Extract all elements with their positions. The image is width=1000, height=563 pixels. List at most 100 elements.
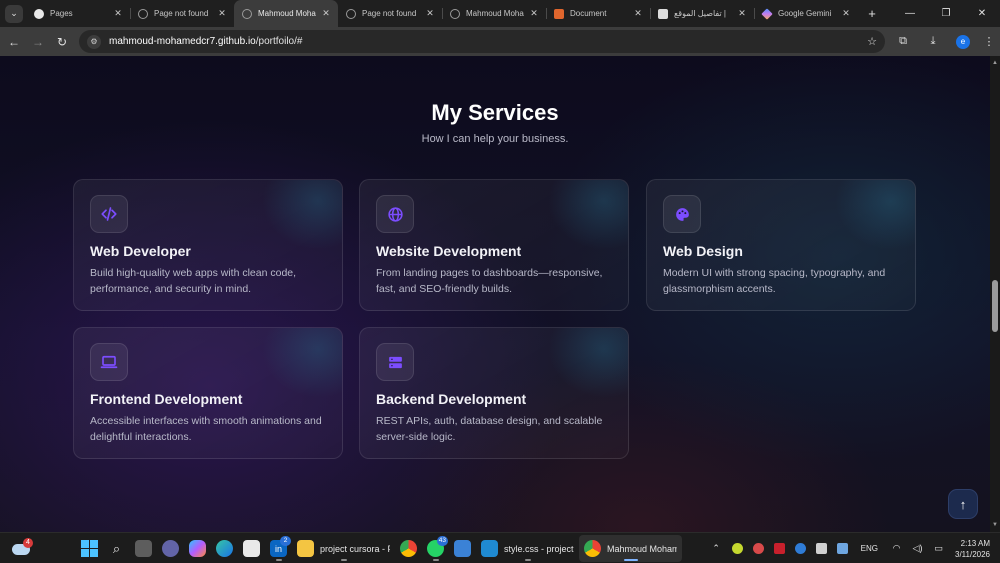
menu-kebab-icon[interactable]: ⋮ xyxy=(978,35,1000,48)
file-explorer-button[interactable]: project cursora - File xyxy=(292,535,395,562)
volume-icon[interactable]: ◁) xyxy=(907,543,928,554)
globe-icon xyxy=(138,8,148,19)
tab-search-chevron-icon[interactable]: ⌄ xyxy=(5,4,23,23)
taskbar-app-label: project cursora - File xyxy=(320,543,390,554)
tab-google-gemini[interactable]: Google Gemini ✕ xyxy=(754,0,858,27)
close-window-icon[interactable]: ✕ xyxy=(964,0,1000,27)
url-text: mahmoud-mohamedcr7.github.io/portfoilo/# xyxy=(109,36,302,47)
whatsapp-button[interactable]: 43 xyxy=(422,535,449,562)
page-scrollbar[interactable]: ▲ ▼ xyxy=(990,56,1000,532)
battery-icon[interactable]: ▭ xyxy=(928,543,949,554)
scroll-to-top-button[interactable]: ↑ xyxy=(948,489,978,519)
close-icon[interactable]: ✕ xyxy=(840,8,852,19)
tab-title: Page not found xyxy=(154,9,209,18)
tab-title: Google Gemini xyxy=(778,9,832,18)
globe-icon xyxy=(450,8,460,19)
server-icon xyxy=(376,343,414,381)
github-icon xyxy=(34,8,44,19)
tab-portfolio-2[interactable]: Mahmoud Moha ✕ xyxy=(442,0,546,27)
task-view-button[interactable] xyxy=(130,535,157,562)
tray-app-icon[interactable] xyxy=(731,543,743,554)
tab-title: Document xyxy=(570,9,607,18)
download-icon[interactable]: ⤓ xyxy=(918,35,948,48)
browser-tab-strip: ⌄ Pages ✕ Page not found ✕ Mahmoud Moha … xyxy=(0,0,1000,27)
url-host: mahmoud-mohamedcr7.github.io xyxy=(109,36,256,47)
service-card-frontend-development[interactable]: Frontend Development Accessible interfac… xyxy=(73,327,343,459)
document-icon xyxy=(554,8,564,19)
windows-taskbar: 4 ⌕ in 2 project cursora - File 43 style… xyxy=(0,532,1000,563)
search-icon: ⌕ xyxy=(112,540,121,556)
close-icon[interactable]: ✕ xyxy=(320,8,332,19)
close-icon[interactable]: ✕ xyxy=(736,8,748,19)
scroll-up-arrow-icon[interactable]: ▲ xyxy=(990,58,1000,68)
clock-time: 2:13 AM xyxy=(960,538,990,548)
service-card-web-developer[interactable]: Web Developer Build high-quality web app… xyxy=(73,179,343,311)
tab-page-not-found-2[interactable]: Page not found ✕ xyxy=(338,0,442,27)
chrome-icon xyxy=(400,540,417,557)
language-indicator[interactable]: ENG xyxy=(861,544,878,553)
bookmark-star-icon[interactable]: ☆ xyxy=(867,35,877,48)
service-title: Web Developer xyxy=(90,243,191,259)
mail-button[interactable] xyxy=(449,535,476,562)
search-button[interactable]: ⌕ xyxy=(103,535,130,562)
teams-icon xyxy=(162,540,179,557)
tab-pages[interactable]: Pages ✕ xyxy=(26,0,130,27)
service-card-backend-development[interactable]: Backend Development REST APIs, auth, dat… xyxy=(359,327,629,459)
restore-icon[interactable]: ❐ xyxy=(928,0,964,27)
service-title: Backend Development xyxy=(376,391,527,407)
section-title: My Services xyxy=(431,100,559,125)
gemini-icon xyxy=(761,7,773,20)
service-card-website-development[interactable]: Website Development From landing pages t… xyxy=(359,179,629,311)
tray-app-icon[interactable] xyxy=(752,543,764,554)
tray-app-icon[interactable] xyxy=(815,543,827,554)
scroll-down-arrow-icon[interactable]: ▼ xyxy=(990,520,1000,530)
palette-icon xyxy=(663,195,701,233)
close-icon[interactable]: ✕ xyxy=(632,8,644,19)
tray-app-icon[interactable] xyxy=(773,543,785,554)
chevron-up-icon[interactable]: ⌃ xyxy=(706,543,727,554)
vscode-icon xyxy=(481,540,498,557)
new-tab-plus-icon[interactable]: + xyxy=(862,6,882,21)
tab-portfolio-active[interactable]: Mahmoud Moha ✕ xyxy=(234,0,338,27)
wifi-icon[interactable]: ◠ xyxy=(886,543,907,554)
laptop-icon xyxy=(90,343,128,381)
close-icon[interactable]: ✕ xyxy=(216,8,228,19)
window-controls: — ❐ ✕ xyxy=(892,0,1000,27)
service-card-web-design[interactable]: Web Design Modern UI with strong spacing… xyxy=(646,179,916,311)
tab-document[interactable]: Document ✕ xyxy=(546,0,650,27)
back-arrow-icon[interactable]: ← xyxy=(2,30,26,54)
tab-page-not-found[interactable]: Page not found ✕ xyxy=(130,0,234,27)
close-icon[interactable]: ✕ xyxy=(528,8,540,19)
windows-logo-icon xyxy=(81,540,98,557)
chrome-pinned-button[interactable] xyxy=(395,535,422,562)
tab-site-details[interactable]: تفاصيل الموقع | ✕ xyxy=(650,0,754,27)
copilot-button[interactable] xyxy=(184,535,211,562)
extensions-puzzle-icon[interactable]: ⧉ xyxy=(888,35,918,48)
taskbar-app-label: Mahmoud Mohame xyxy=(607,543,677,554)
weather-widget[interactable]: 4 xyxy=(12,538,33,558)
whatsapp-badge: 43 xyxy=(436,536,448,546)
service-title: Web Design xyxy=(663,243,743,259)
scrollbar-thumb[interactable] xyxy=(992,280,998,332)
chrome-window-button[interactable]: Mahmoud Mohame xyxy=(579,535,682,562)
site-info-icon[interactable]: ⚙ xyxy=(87,34,101,49)
reload-icon[interactable]: ↻ xyxy=(50,30,74,54)
forward-arrow-icon[interactable]: → xyxy=(26,30,50,54)
minimize-icon[interactable]: — xyxy=(892,0,928,27)
bluetooth-icon[interactable] xyxy=(794,543,806,554)
clock[interactable]: 2:13 AM 3/11/2026 xyxy=(955,538,990,560)
start-button[interactable] xyxy=(76,535,103,562)
profile-avatar[interactable]: e xyxy=(956,34,970,49)
tray-app-icon[interactable] xyxy=(836,543,848,554)
close-icon[interactable]: ✕ xyxy=(112,8,124,19)
globe-icon xyxy=(376,195,414,233)
tab-title: Pages xyxy=(50,9,73,18)
teams-button[interactable] xyxy=(157,535,184,562)
linkedin-button[interactable]: in 2 xyxy=(265,535,292,562)
edge-button[interactable] xyxy=(211,535,238,562)
service-description: From landing pages to dashboards—respons… xyxy=(376,267,603,295)
address-bar[interactable]: ⚙ mahmoud-mohamedcr7.github.io/portfoilo… xyxy=(79,30,885,53)
vscode-button[interactable]: style.css - project cu xyxy=(476,535,579,562)
store-button[interactable] xyxy=(238,535,265,562)
close-icon[interactable]: ✕ xyxy=(424,8,436,19)
